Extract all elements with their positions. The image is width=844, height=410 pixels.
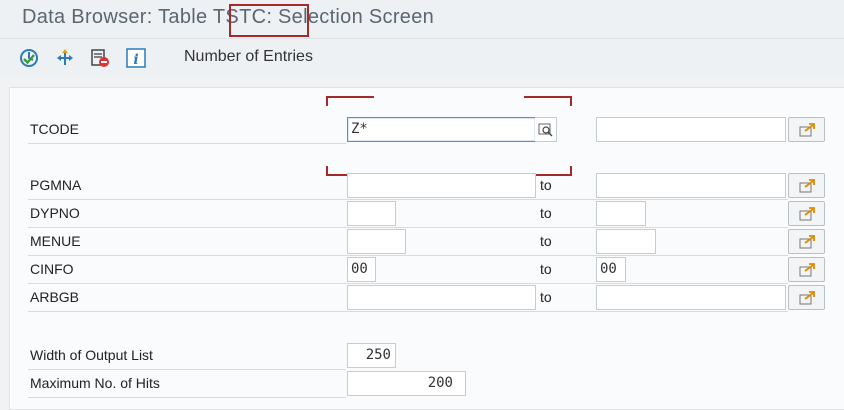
info-icon: i	[126, 48, 146, 68]
pgmna-multiple-selection-button[interactable]	[788, 173, 825, 198]
menue-low-input[interactable]	[347, 229, 406, 254]
row-divider	[28, 283, 788, 284]
selection-options-button[interactable]	[54, 47, 76, 69]
menue-label: MENUE	[30, 233, 81, 249]
tcode-high-input[interactable]	[596, 117, 786, 142]
dypno-high-input[interactable]	[596, 201, 646, 226]
dypno-low-input[interactable]	[347, 201, 396, 226]
cinfo-to-label: to	[540, 261, 552, 277]
pgmna-low-input[interactable]	[347, 173, 536, 198]
dypno-label: DYPNO	[30, 205, 80, 221]
tcode-label: TCODE	[30, 121, 79, 137]
title-bar: Data Browser: Table TSTC: Selection Scre…	[0, 0, 844, 38]
selection-options-icon	[57, 49, 73, 65]
multiple-selection-icon	[799, 234, 815, 248]
tcode-low-input[interactable]: Z*	[347, 117, 536, 142]
execute-button[interactable]	[18, 47, 40, 69]
multiple-selection-icon	[799, 122, 815, 136]
tcode-multiple-selection-button[interactable]	[788, 117, 825, 142]
width-of-output-list-input[interactable]: 250	[347, 343, 396, 368]
maximum-hits-label: Maximum No. of Hits	[30, 375, 160, 391]
highlight-bracket-top-left	[326, 96, 374, 106]
row-divider	[28, 143, 346, 144]
multiple-selection-icon	[799, 206, 815, 220]
execute-icon	[20, 49, 38, 67]
pgmna-label: PGMNA	[30, 177, 82, 193]
pgmna-to-label: to	[540, 177, 552, 193]
row-divider	[28, 397, 346, 398]
row-divider	[28, 227, 788, 228]
dypno-multiple-selection-button[interactable]	[788, 201, 825, 226]
delete-selection-icon	[91, 49, 109, 67]
cinfo-high-input[interactable]: 00	[596, 257, 626, 282]
application-toolbar: i Number of Entries	[0, 38, 844, 76]
row-divider	[28, 311, 788, 312]
arbgb-multiple-selection-button[interactable]	[788, 285, 825, 310]
table-name-highlight	[229, 4, 309, 37]
search-help-icon	[538, 123, 552, 136]
menue-multiple-selection-button[interactable]	[788, 229, 825, 254]
highlight-bracket-top-right	[524, 96, 572, 106]
search-help-button[interactable]	[535, 117, 557, 142]
menue-to-label: to	[540, 233, 552, 249]
number-of-entries-button[interactable]: Number of Entries	[184, 48, 313, 66]
cinfo-multiple-selection-button[interactable]	[788, 257, 825, 282]
cinfo-low-input[interactable]: 00	[347, 257, 376, 282]
delete-selection-button[interactable]	[89, 47, 111, 69]
arbgb-high-input[interactable]	[596, 285, 786, 310]
dypno-to-label: to	[540, 205, 552, 221]
row-divider	[28, 369, 346, 370]
row-divider	[28, 255, 788, 256]
multiple-selection-icon	[799, 178, 815, 192]
svg-text:i: i	[133, 52, 138, 68]
arbgb-to-label: to	[540, 289, 552, 305]
arbgb-low-input[interactable]	[347, 285, 536, 310]
menue-high-input[interactable]	[596, 229, 656, 254]
maximum-hits-input[interactable]: 200	[347, 371, 466, 396]
width-of-output-list-label: Width of Output List	[30, 347, 153, 363]
pgmna-high-input[interactable]	[596, 173, 786, 198]
multiple-selection-icon	[799, 262, 815, 276]
multiple-selection-icon	[799, 290, 815, 304]
info-button[interactable]: i	[125, 47, 147, 69]
cinfo-label: CINFO	[30, 261, 74, 277]
row-divider	[28, 199, 788, 200]
arbgb-label: ARBGB	[30, 289, 80, 305]
